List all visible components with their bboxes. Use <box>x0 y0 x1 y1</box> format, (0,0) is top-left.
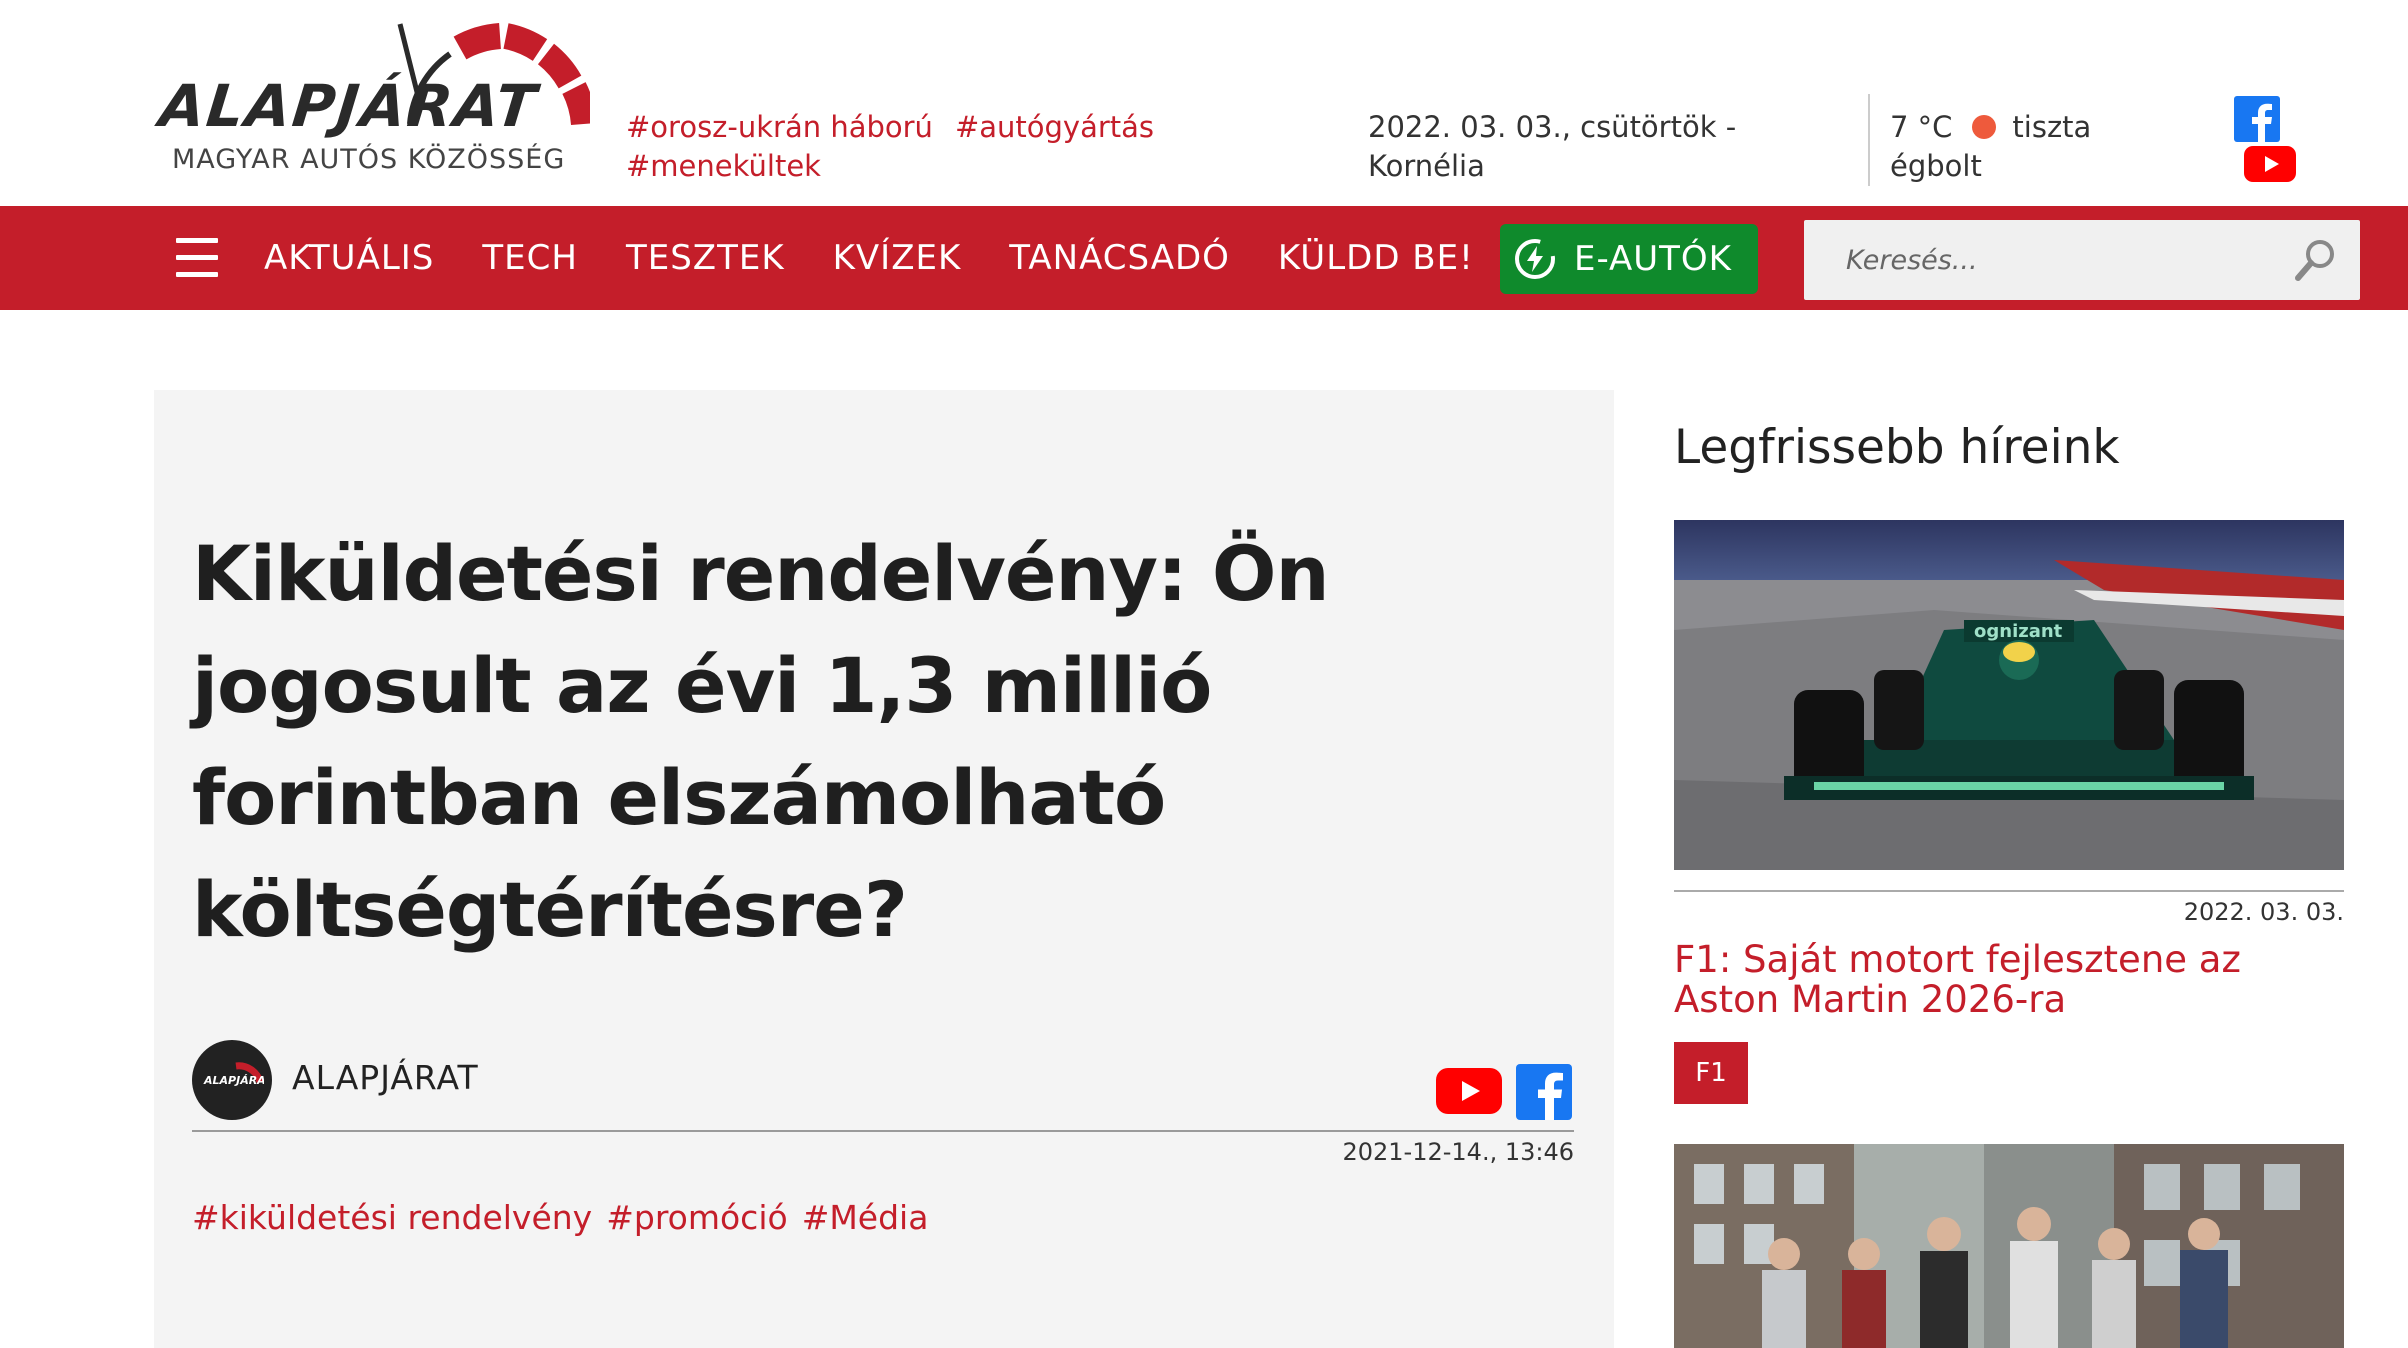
avatar-logo-icon: ALAPJÁRAT <box>203 1062 264 1087</box>
search-icon[interactable] <box>2292 236 2340 284</box>
date-line: 2022. 03. 03., csütörtök - <box>1368 110 1737 144</box>
nav-item-aktualis[interactable]: AKTUÁLIS <box>264 238 434 278</box>
hashtag-link[interactable]: #orosz-ukrán háború <box>626 110 933 144</box>
nav-item-kuldd-be[interactable]: KÜLDD BE! <box>1278 238 1474 278</box>
search-box <box>1804 220 2360 300</box>
f1-car-image[interactable]: ognizant <box>1674 520 2344 870</box>
sidebar-title: Legfrissebb híreink <box>1674 420 2120 475</box>
svg-text:ALAPJÁRAT: ALAPJÁRAT <box>203 1074 264 1087</box>
nav-item-kvizek[interactable]: KVÍZEK <box>833 238 962 278</box>
weather-desc: tiszta <box>2012 110 2092 144</box>
article-divider <box>192 1130 1574 1132</box>
tag-link[interactable]: #promóció <box>606 1198 787 1237</box>
header-divider <box>1868 94 1870 186</box>
svg-text:ognizant: ognizant <box>1974 621 2063 642</box>
tag-link[interactable]: #kiküldetési rendelvény <box>192 1198 592 1237</box>
facebook-icon[interactable] <box>2234 96 2280 142</box>
site-logo[interactable]: ALAPJÁRAT MAGYAR AUTÓS KÖZÖSSÉG <box>156 14 590 184</box>
article-date: 2021-12-14., 13:46 <box>1342 1138 1574 1166</box>
youtube-icon[interactable] <box>1436 1068 1502 1114</box>
top-header: ALAPJÁRAT MAGYAR AUTÓS KÖZÖSSÉG #orosz-u… <box>0 0 2408 206</box>
facebook-icon[interactable] <box>1516 1064 1572 1120</box>
eautok-button[interactable]: E-AUTÓK <box>1500 224 1758 294</box>
sun-icon <box>1972 115 1997 139</box>
weather-temp: 7 °C <box>1890 110 1953 144</box>
hashtag-link[interactable]: #autógyártás <box>955 110 1154 144</box>
group-walking-image[interactable] <box>1674 1144 2344 1348</box>
news-divider <box>1674 890 2344 892</box>
weather-widget: 7 °C tiszta égbolt <box>1890 108 2150 186</box>
logo-wordmark: ALAPJÁRAT <box>156 72 541 140</box>
eautok-label: E-AUTÓK <box>1574 239 1732 279</box>
article-tags: #kiküldetési rendelvény #promóció #Média <box>192 1198 942 1237</box>
nav-item-tesztek[interactable]: TESZTEK <box>626 238 785 278</box>
nav-item-tech[interactable]: TECH <box>482 238 578 278</box>
category-badge[interactable]: F1 <box>1674 1042 1748 1104</box>
hashtag-link[interactable]: #menekültek <box>626 149 821 183</box>
author-name[interactable]: ALAPJÁRAT <box>292 1058 479 1097</box>
author-avatar[interactable]: ALAPJÁRAT <box>192 1040 272 1120</box>
news-title-link[interactable]: F1: Saját motort fejlesztene az Aston Ma… <box>1674 940 2344 1020</box>
nav-menu: AKTUÁLIS TECH TESZTEK KVÍZEK TANÁCSADÓ K… <box>264 206 1522 310</box>
trending-hashtags: #orosz-ukrán háború #autógyártás #menekül… <box>626 108 1206 186</box>
search-input[interactable] <box>1804 220 2284 300</box>
date-nameday: 2022. 03. 03., csütörtök - Kornélia <box>1368 108 1768 186</box>
logo-subtitle: MAGYAR AUTÓS KÖZÖSSÉG <box>172 144 566 175</box>
nav-item-tanacsado[interactable]: TANÁCSADÓ <box>1009 238 1230 278</box>
sidebar-latest-news: Legfrissebb híreink ognizant 2022. 03. 0… <box>1674 390 2344 1348</box>
news-date: 2022. 03. 03. <box>2183 898 2344 926</box>
hamburger-menu-icon[interactable] <box>176 238 218 278</box>
main-navbar: AKTUÁLIS TECH TESZTEK KVÍZEK TANÁCSADÓ K… <box>0 206 2408 310</box>
tag-link[interactable]: #Média <box>802 1198 929 1237</box>
youtube-icon[interactable] <box>2244 146 2296 182</box>
lightning-icon <box>1515 239 1555 279</box>
weather-desc-2: égbolt <box>1890 149 1982 183</box>
article-title: Kiküldetési rendelvény: Ön jogosult az é… <box>192 529 1330 954</box>
article-card: Kiküldetési rendelvény: Ön jogosult az é… <box>154 390 1614 1348</box>
nameday-line: Kornélia <box>1368 149 1485 183</box>
